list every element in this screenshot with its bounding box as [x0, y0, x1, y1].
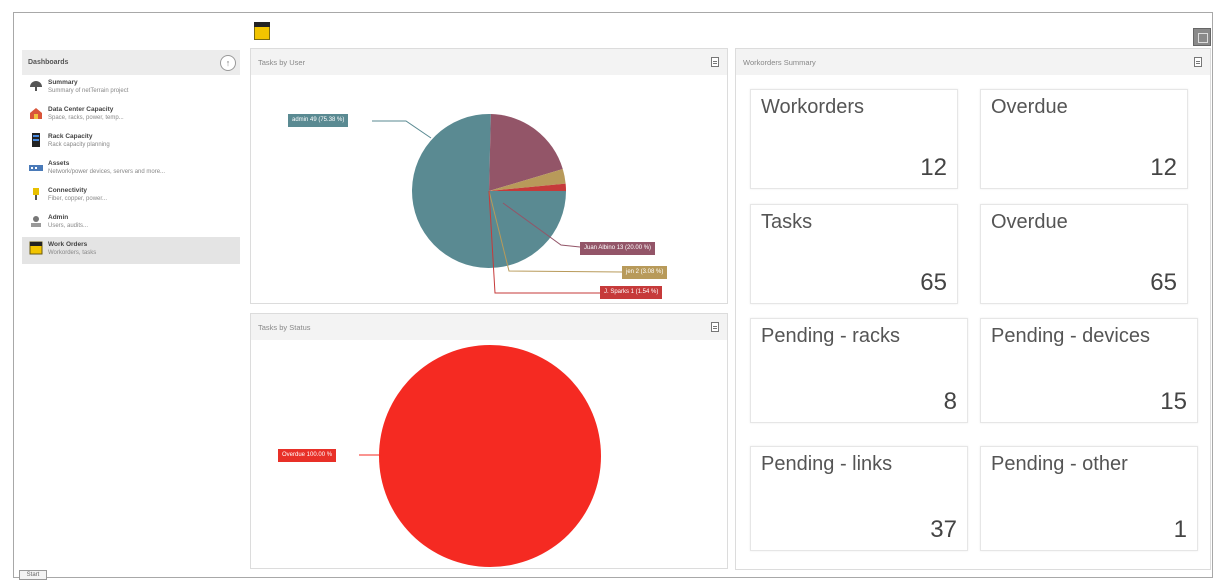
sidebar-item-label: Connectivity: [48, 187, 88, 194]
pie-label-jen: jen 2 (3.08 %): [622, 266, 668, 279]
tile-pending-other[interactable]: Pending - other 1: [980, 446, 1198, 551]
tile-label: Pending - devices: [991, 325, 1150, 347]
tile-value: 65: [1150, 269, 1177, 296]
maximize-icon[interactable]: [1193, 28, 1211, 46]
sidebar-item-subtitle: Workorders, tasks: [48, 250, 97, 256]
sidebar-item-assets[interactable]: Assets Network/power devices, servers and…: [22, 156, 240, 183]
sidebar-item-label: Data Center Capacity: [48, 106, 114, 113]
tile-label: Pending - racks: [761, 325, 900, 347]
dashboards-sidebar: Dashboards ↑ Summary Summary of netTerrai…: [22, 50, 240, 268]
tile-pending-racks[interactable]: Pending - racks 8: [750, 318, 968, 423]
pie-label-overdue: Overdue 100.00 %: [278, 449, 337, 462]
tasks-by-status-panel: Tasks by Status Overdue 100.00 %: [250, 313, 728, 569]
up-arrow-icon[interactable]: ↑: [220, 54, 236, 71]
assets-icon: [28, 160, 44, 174]
tile-label: Overdue: [991, 211, 1068, 233]
sidebar-item-label: Rack Capacity: [48, 133, 93, 140]
tile-value: 37: [930, 516, 957, 543]
workorders-summary-panel: Workorders Summary Workorders 12 Overdue…: [735, 48, 1211, 570]
tile-value: 15: [1160, 388, 1187, 415]
rack-icon: [28, 133, 44, 147]
sidebar-title: Dashboards: [28, 59, 69, 66]
start-button[interactable]: Start: [19, 570, 47, 580]
sidebar-item-work-orders[interactable]: Work Orders Workorders, tasks: [22, 237, 240, 264]
sidebar-item-label: Assets: [48, 160, 70, 167]
pie-leader-line: [372, 120, 432, 139]
sidebar-item-subtitle: Summary of netTerrain project: [48, 88, 129, 94]
datacenter-icon: [28, 106, 44, 120]
sidebar-item-subtitle: Fiber, copper, power...: [48, 196, 108, 202]
pie-label-juan-albino: Juan Albino 13 (20.00 %): [580, 242, 656, 255]
tile-value: 8: [943, 388, 957, 415]
sidebar-item-subtitle: Space, racks, power, temp...: [48, 115, 124, 121]
tile-value: 12: [920, 154, 947, 181]
summary-icon: [28, 79, 44, 93]
export-icon[interactable]: [1194, 57, 1202, 67]
tile-workorders[interactable]: Workorders 12: [750, 89, 958, 189]
export-icon[interactable]: [711, 322, 719, 332]
tile-label: Pending - other: [991, 453, 1128, 475]
panel-header: Workorders Summary: [736, 49, 1210, 75]
connectivity-icon: [28, 187, 44, 201]
panel-header: Tasks by User: [251, 49, 727, 75]
tile-value: 65: [920, 269, 947, 296]
tile-tasks[interactable]: Tasks 65: [750, 204, 958, 304]
sidebar-item-subtitle: Network/power devices, servers and more.…: [48, 169, 166, 175]
export-icon[interactable]: [711, 57, 719, 67]
panel-title: Tasks by Status: [258, 322, 311, 332]
tile-label: Tasks: [761, 211, 813, 233]
workorders-icon: [252, 18, 272, 42]
sidebar-item-summary[interactable]: Summary Summary of netTerrain project: [22, 75, 240, 102]
panel-title: Workorders Summary: [743, 57, 816, 67]
sidebar-item-data-center-capacity[interactable]: Data Center Capacity Space, racks, power,…: [22, 102, 240, 129]
sidebar-item-subtitle: Rack capacity planning: [48, 142, 110, 148]
sidebar-item-rack-capacity[interactable]: Rack Capacity Rack capacity planning: [22, 129, 240, 156]
workorders-icon: [28, 241, 44, 255]
tile-label: Overdue: [991, 96, 1068, 118]
tile-pending-links[interactable]: Pending - links 37: [750, 446, 968, 551]
tile-pending-devices[interactable]: Pending - devices 15: [980, 318, 1198, 423]
tile-value: 1: [1173, 516, 1187, 543]
pie-label-j-sparks: J. Sparks 1 (1.54 %): [600, 286, 663, 299]
panel-title: Tasks by User: [258, 57, 306, 67]
pie-slice-overdue[interactable]: [379, 345, 601, 567]
panel-header: Tasks by Status: [251, 314, 727, 340]
sidebar-item-connectivity[interactable]: Connectivity Fiber, copper, power...: [22, 183, 240, 210]
tile-tasks-overdue[interactable]: Overdue 65: [980, 204, 1188, 304]
sidebar-header: Dashboards ↑: [22, 50, 240, 75]
tasks-by-user-panel: Tasks by User admin 49 (75.38 %) Juan Al…: [250, 48, 728, 304]
tile-label: Workorders: [761, 96, 864, 118]
admin-icon: [28, 214, 44, 228]
tile-value: 12: [1150, 154, 1177, 181]
sidebar-item-label: Admin: [48, 214, 69, 221]
sidebar-item-subtitle: Users, audits...: [48, 223, 89, 229]
tile-label: Pending - links: [761, 453, 893, 475]
sidebar-item-label: Work Orders: [48, 241, 88, 248]
pie-label-admin: admin 49 (75.38 %): [288, 114, 349, 127]
sidebar-item-label: Summary: [48, 79, 78, 86]
sidebar-item-admin[interactable]: Admin Users, audits...: [22, 210, 240, 237]
tile-workorders-overdue[interactable]: Overdue 12: [980, 89, 1188, 189]
